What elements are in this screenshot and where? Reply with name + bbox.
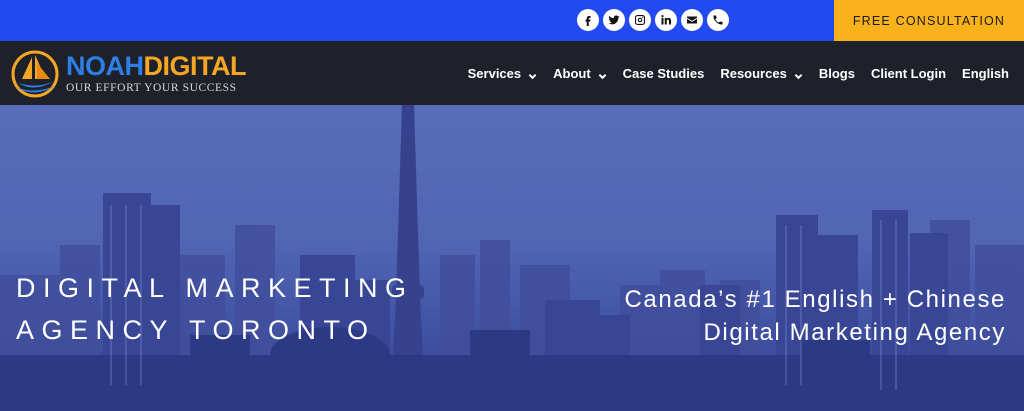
- chevron-down-icon: [528, 69, 537, 79]
- instagram-icon[interactable]: [629, 9, 651, 31]
- free-consultation-button[interactable]: FREE CONSULTATION: [834, 0, 1024, 41]
- hero-subheading-line1: Canada’s #1 English + Chinese: [624, 286, 1006, 313]
- hero-heading-line2: AGENCY TORONTO: [16, 315, 376, 345]
- sailboat-logo-icon: [11, 50, 59, 98]
- hero-heading-line1: DIGITAL MARKETING: [16, 273, 414, 303]
- logo-text-digital: DIGITAL: [143, 51, 247, 81]
- nav-item-services[interactable]: Services: [468, 66, 538, 81]
- hero-overlay: [0, 105, 1024, 411]
- nav-label: About: [553, 65, 591, 81]
- facebook-icon[interactable]: [577, 9, 599, 31]
- nav-label: Client Login: [870, 65, 947, 81]
- social-links: [577, 9, 729, 31]
- chevron-down-icon: [794, 69, 803, 79]
- nav-item-case-studies[interactable]: Case Studies: [623, 66, 705, 81]
- nav-label: Services: [467, 65, 522, 81]
- nav-item-client-login[interactable]: Client Login: [871, 66, 946, 81]
- hero-banner: DIGITAL MARKETING AGENCY TORONTO Canada’…: [0, 105, 1024, 411]
- main-menu: Services About Case Studies Resources Bl…: [468, 41, 1009, 105]
- noah-digital-logo[interactable]: NOAHDIGITAL OUR EFFORT YOUR SUCCESS: [8, 49, 268, 99]
- chevron-down-icon: [598, 69, 607, 79]
- nav-item-resources[interactable]: Resources: [720, 65, 803, 81]
- hero-subheading-line2: Digital Marketing Agency: [703, 319, 1006, 346]
- hero-subheading: Canada’s #1 English + Chinese Digital Ma…: [624, 283, 1006, 349]
- top-bar: FREE CONSULTATION: [0, 0, 1024, 41]
- nav-label: Blogs: [818, 65, 855, 81]
- nav-item-blogs[interactable]: Blogs: [819, 66, 855, 81]
- nav-label: Resources: [720, 65, 787, 81]
- nav-item-language[interactable]: English: [962, 66, 1009, 81]
- phone-icon[interactable]: [707, 9, 729, 31]
- twitter-icon[interactable]: [603, 9, 625, 31]
- main-navbar: NOAHDIGITAL OUR EFFORT YOUR SUCCESS Serv…: [0, 41, 1024, 105]
- linkedin-icon[interactable]: [655, 9, 677, 31]
- logo-text-noah: NOAH: [66, 51, 144, 81]
- logo-wordmark: NOAHDIGITAL: [66, 52, 246, 80]
- nav-label: English: [962, 65, 1009, 81]
- logo-tagline: OUR EFFORT YOUR SUCCESS: [66, 82, 237, 94]
- hero-heading: DIGITAL MARKETING AGENCY TORONTO: [16, 267, 414, 351]
- email-icon[interactable]: [681, 9, 703, 31]
- nav-label: Case Studies: [622, 65, 705, 81]
- nav-item-about[interactable]: About: [553, 66, 607, 81]
